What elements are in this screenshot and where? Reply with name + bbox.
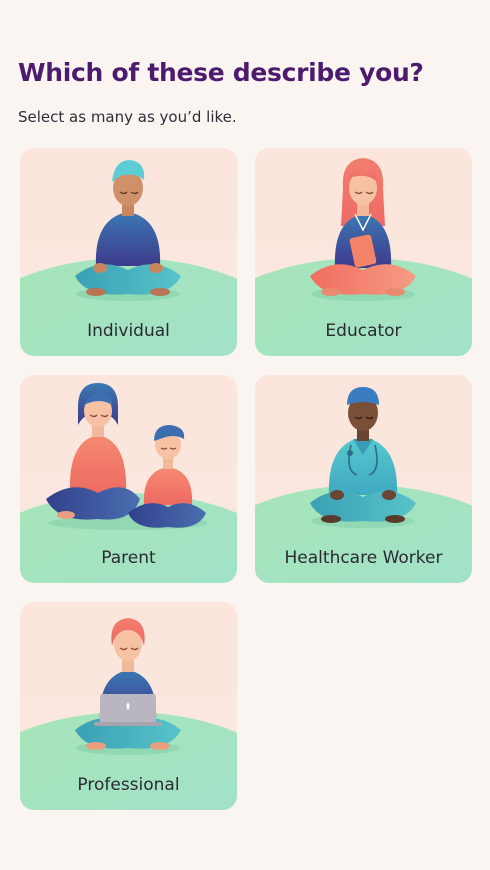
option-card-educator[interactable]: Educator [255, 148, 472, 356]
option-card-parent[interactable]: Parent [20, 375, 237, 583]
page-subtitle: Select as many as you’d like. [18, 108, 237, 126]
option-card-professional[interactable]: Professional [20, 602, 237, 810]
option-label: Individual [87, 321, 170, 341]
page-title: Which of these describe you? [18, 58, 424, 87]
option-card-individual[interactable]: Individual [20, 148, 237, 356]
option-label: Parent [101, 548, 156, 568]
option-label: Educator [325, 321, 402, 341]
option-label: Professional [77, 775, 180, 795]
option-label: Healthcare Worker [284, 548, 443, 568]
option-card-healthcare-worker[interactable]: Healthcare Worker [255, 375, 472, 583]
